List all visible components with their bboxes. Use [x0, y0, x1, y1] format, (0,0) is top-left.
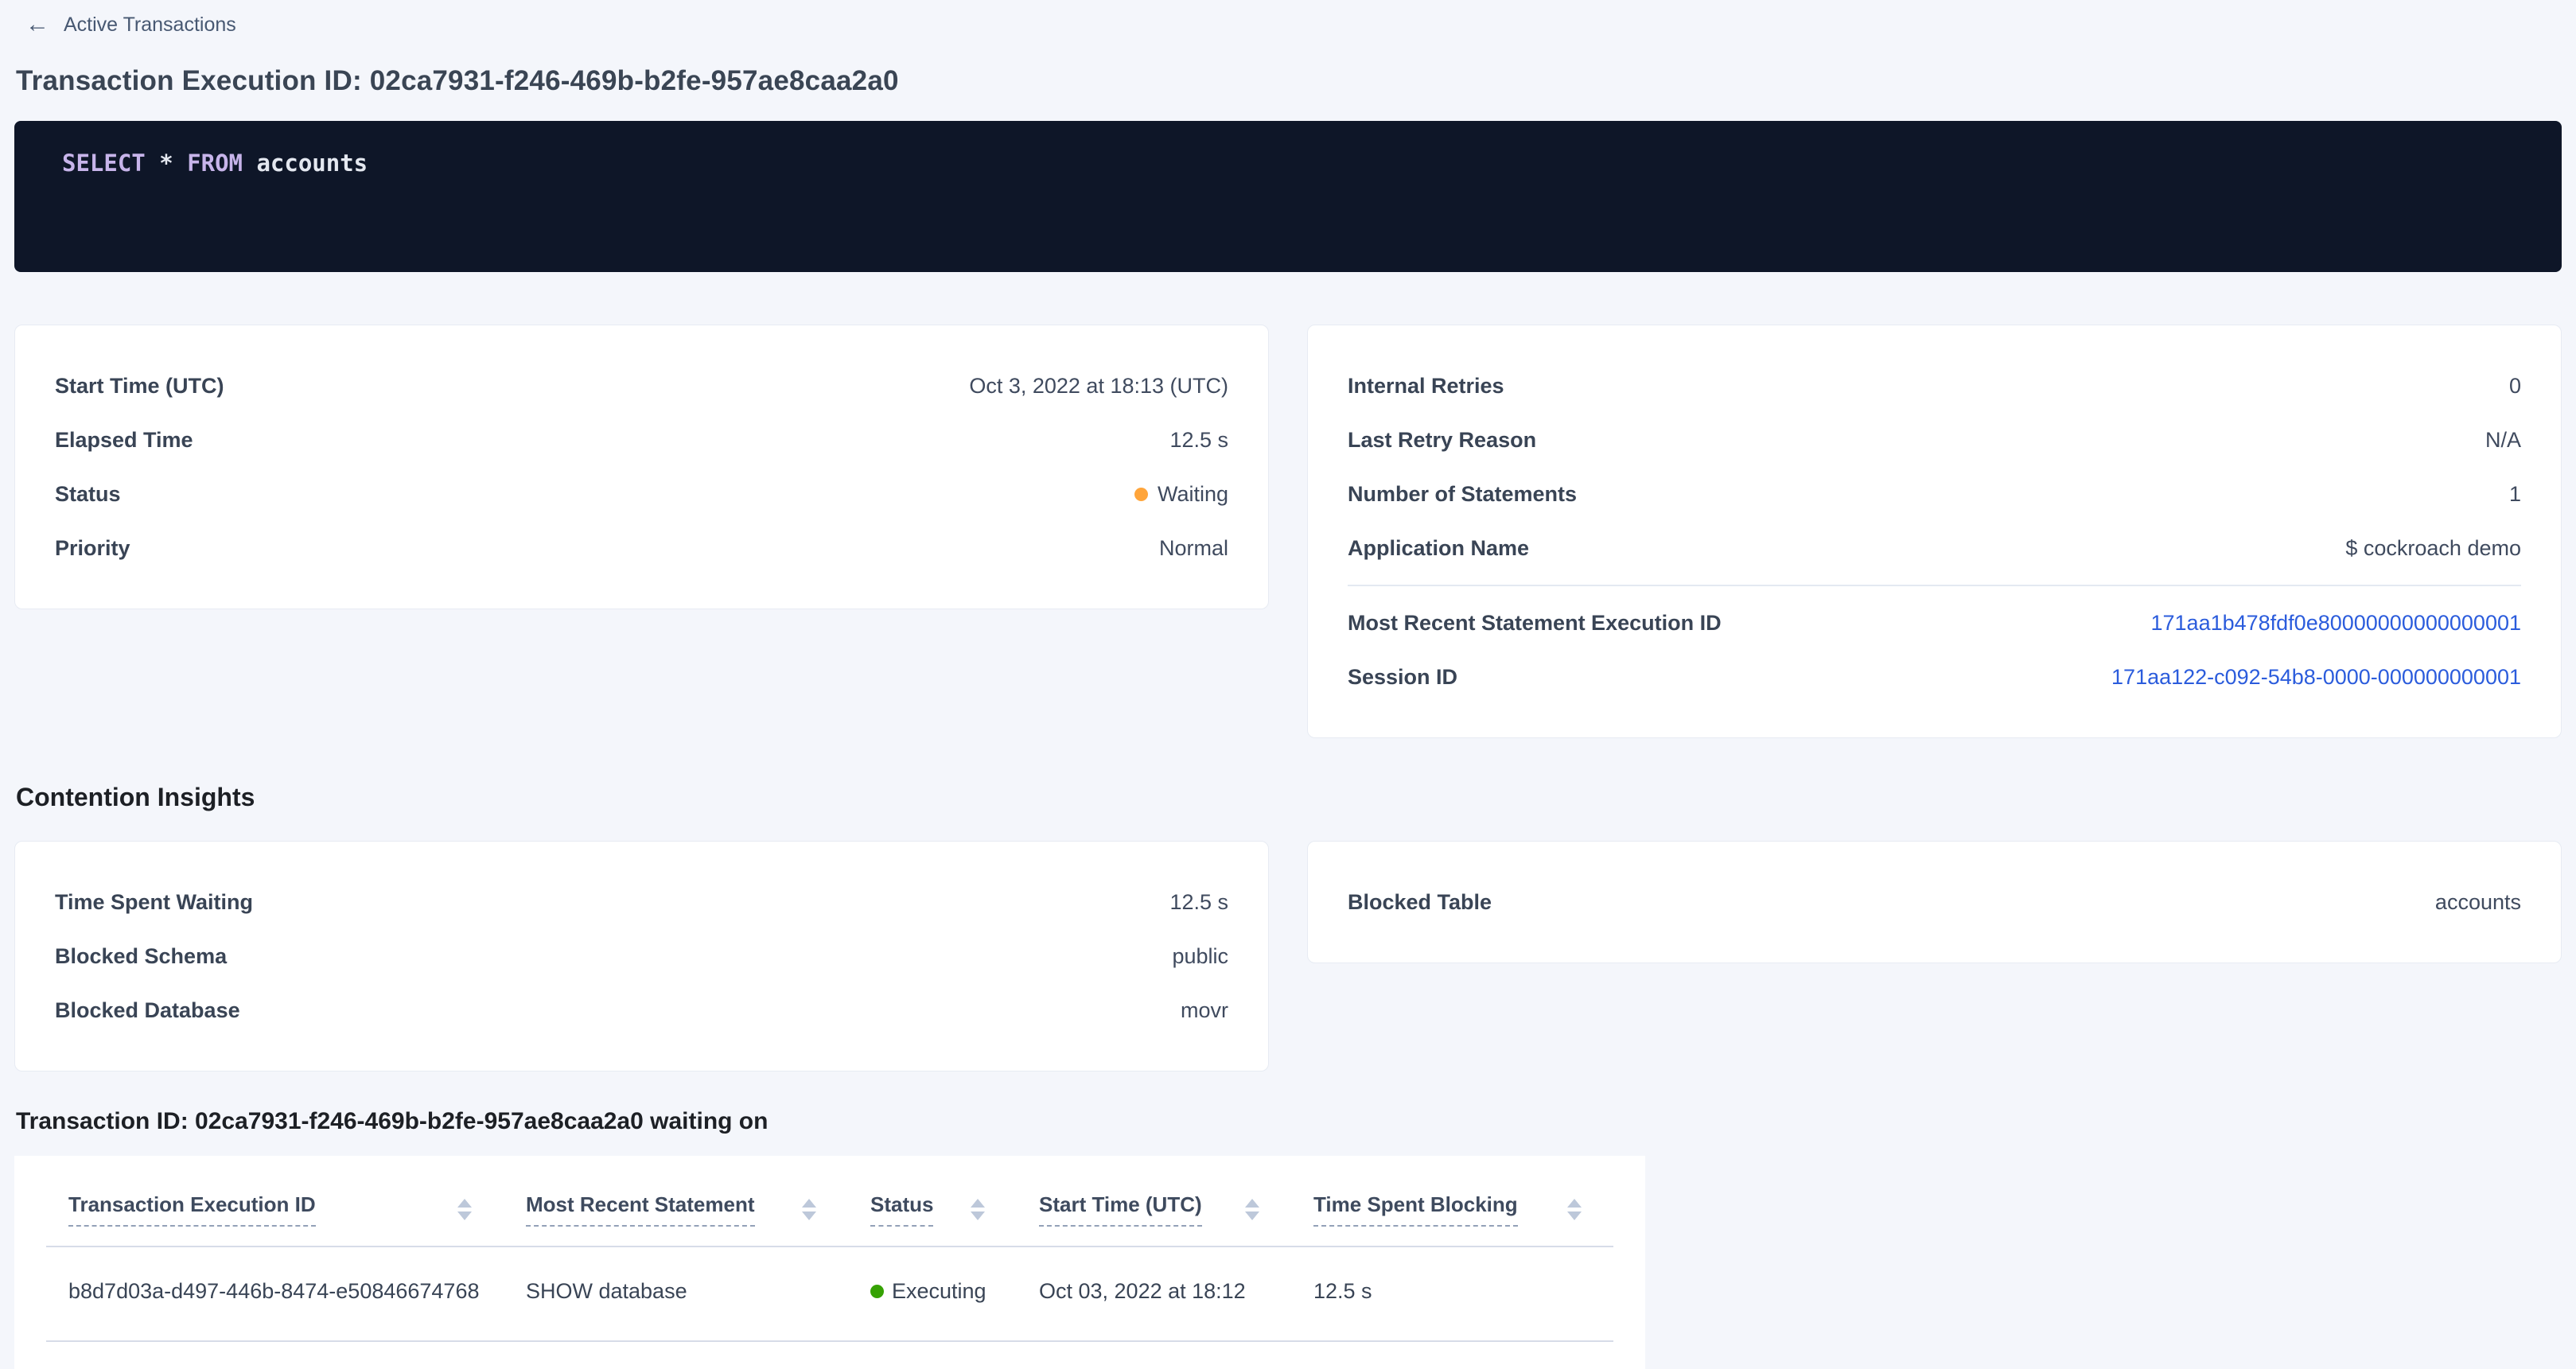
waiting-on-table: Transaction Execution ID Most Recent Sta…: [14, 1156, 1645, 1369]
column-label: Time Spent Blocking: [1313, 1192, 1518, 1227]
card-divider: [1348, 585, 2521, 586]
status-label: Status: [55, 480, 121, 508]
arrow-left-icon: ←: [25, 13, 49, 37]
number-of-statements-row: Number of Statements 1: [1348, 467, 2521, 521]
sql-statement: SELECT * FROM accounts: [62, 150, 368, 177]
sql-keyword: FROM: [187, 150, 243, 177]
column-label: Transaction Execution ID: [68, 1192, 316, 1227]
sql-statement-box: SELECT * FROM accounts: [14, 121, 2562, 272]
status-value: Waiting: [1134, 480, 1228, 508]
priority-value: Normal: [1159, 535, 1228, 562]
sort-icon: [457, 1199, 472, 1220]
status-waiting-dot-icon: [1134, 488, 1148, 501]
contention-right-card: Blocked Table accounts: [1307, 841, 2562, 963]
blocked-table-label: Blocked Table: [1348, 889, 1492, 916]
blocked-database-value: movr: [1181, 997, 1228, 1024]
cell-most-recent-statement: SHOW database: [504, 1246, 848, 1341]
back-link-label: Active Transactions: [64, 14, 236, 37]
column-label: Start Time (UTC): [1039, 1192, 1202, 1227]
column-header-most-recent-statement[interactable]: Most Recent Statement: [504, 1156, 848, 1246]
page-title: Transaction Execution ID: 02ca7931-f246-…: [16, 65, 2562, 97]
waiting-on-heading: Transaction ID: 02ca7931-f246-469b-b2fe-…: [16, 1108, 2562, 1135]
last-retry-reason-label: Last Retry Reason: [1348, 426, 1536, 453]
cell-transaction-execution-id: b8d7d03a-d497-446b-8474-e50846674768: [46, 1246, 504, 1341]
cell-status: Executing: [848, 1246, 1017, 1341]
contention-cards-row: Time Spent Waiting 12.5 s Blocked Schema…: [14, 841, 2562, 1071]
application-name-label: Application Name: [1348, 535, 1529, 562]
sql-text: *: [146, 150, 187, 177]
session-id-link[interactable]: 171aa122-c092-54b8-0000-000000000001: [2111, 663, 2521, 690]
blocked-schema-row: Blocked Schema public: [55, 929, 1228, 983]
sql-text: accounts: [243, 150, 368, 177]
time-spent-waiting-label: Time Spent Waiting: [55, 889, 253, 916]
internal-retries-label: Internal Retries: [1348, 372, 1504, 399]
table-row: b8d7d03a-d497-446b-8474-e50846674768 SHO…: [46, 1246, 1613, 1341]
overview-card: Start Time (UTC) Oct 3, 2022 at 18:13 (U…: [14, 325, 1269, 609]
cell-status-text: Executing: [892, 1279, 986, 1304]
sql-keyword: SELECT: [62, 150, 146, 177]
column-header-start-time[interactable]: Start Time (UTC): [1017, 1156, 1291, 1246]
blocked-database-label: Blocked Database: [55, 997, 240, 1024]
internal-retries-row: Internal Retries 0: [1348, 359, 2521, 413]
column-header-status[interactable]: Status: [848, 1156, 1017, 1246]
table-header-row: Transaction Execution ID Most Recent Sta…: [46, 1156, 1613, 1246]
blocked-schema-label: Blocked Schema: [55, 943, 227, 970]
status-row: Status Waiting: [55, 467, 1228, 521]
contention-left-card: Time Spent Waiting 12.5 s Blocked Schema…: [14, 841, 1269, 1071]
elapsed-time-row: Elapsed Time 12.5 s: [55, 413, 1228, 467]
session-id-label: Session ID: [1348, 663, 1457, 690]
column-header-transaction-execution-id[interactable]: Transaction Execution ID: [46, 1156, 504, 1246]
blocked-database-row: Blocked Database movr: [55, 983, 1228, 1037]
contention-insights-heading: Contention Insights: [16, 783, 2562, 812]
blocked-table-value: accounts: [2435, 889, 2521, 916]
column-label: Status: [870, 1192, 933, 1227]
start-time-value: Oct 3, 2022 at 18:13 (UTC): [969, 372, 1228, 399]
elapsed-time-label: Elapsed Time: [55, 426, 193, 453]
application-name-row: Application Name $ cockroach demo: [1348, 521, 2521, 575]
statement-execution-id-link[interactable]: 171aa1b478fdf0e80000000000000001: [2151, 609, 2522, 636]
blocked-table-row: Blocked Table accounts: [1348, 875, 2521, 929]
sort-icon: [1245, 1199, 1259, 1220]
last-retry-reason-row: Last Retry Reason N/A: [1348, 413, 2521, 467]
internal-retries-value: 0: [2509, 372, 2521, 399]
back-link[interactable]: ← Active Transactions: [14, 8, 2562, 37]
sort-icon: [1567, 1199, 1582, 1220]
column-label: Most Recent Statement: [526, 1192, 755, 1227]
priority-label: Priority: [55, 535, 130, 562]
blocked-schema-value: public: [1172, 943, 1228, 970]
start-time-row: Start Time (UTC) Oct 3, 2022 at 18:13 (U…: [55, 359, 1228, 413]
statement-execution-id-label: Most Recent Statement Execution ID: [1348, 609, 1722, 636]
sort-icon: [971, 1199, 985, 1220]
sort-icon: [802, 1199, 816, 1220]
number-of-statements-label: Number of Statements: [1348, 480, 1577, 508]
status-text: Waiting: [1158, 480, 1228, 508]
details-card: Internal Retries 0 Last Retry Reason N/A…: [1307, 325, 2562, 738]
status-executing-dot-icon: [870, 1285, 884, 1298]
time-spent-waiting-value: 12.5 s: [1169, 889, 1228, 916]
time-spent-waiting-row: Time Spent Waiting 12.5 s: [55, 875, 1228, 929]
priority-row: Priority Normal: [55, 521, 1228, 575]
last-retry-reason-value: N/A: [2485, 426, 2521, 453]
summary-cards-row: Start Time (UTC) Oct 3, 2022 at 18:13 (U…: [14, 325, 2562, 738]
number-of-statements-value: 1: [2509, 480, 2521, 508]
cell-time-spent-blocking: 12.5 s: [1291, 1246, 1613, 1341]
application-name-value: $ cockroach demo: [2345, 535, 2521, 562]
statement-execution-id-row: Most Recent Statement Execution ID 171aa…: [1348, 596, 2521, 650]
start-time-label: Start Time (UTC): [55, 372, 224, 399]
column-header-time-spent-blocking[interactable]: Time Spent Blocking: [1291, 1156, 1613, 1246]
session-id-row: Session ID 171aa122-c092-54b8-0000-00000…: [1348, 650, 2521, 704]
cell-start-time: Oct 03, 2022 at 18:12: [1017, 1246, 1291, 1341]
elapsed-time-value: 12.5 s: [1169, 426, 1228, 453]
transaction-details-page: ← Active Transactions Transaction Execut…: [0, 0, 2576, 1369]
